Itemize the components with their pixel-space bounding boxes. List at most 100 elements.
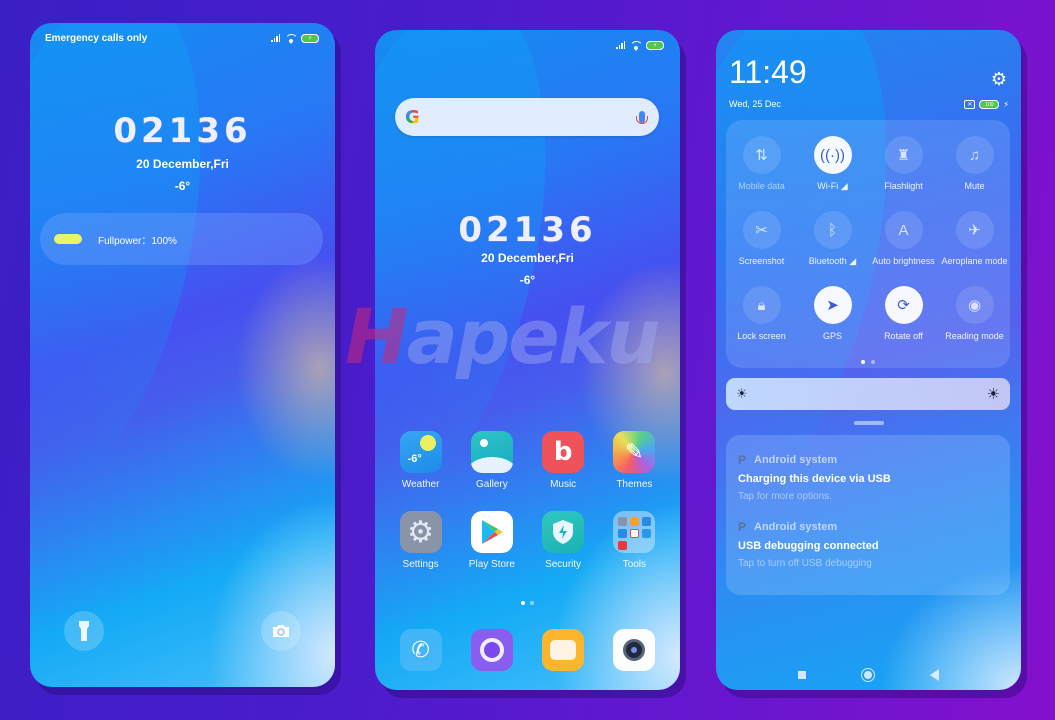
quick-tile-aeroplane-mode[interactable]: ✈ Aeroplane mode — [939, 211, 1010, 267]
brightness-slider[interactable]: ☀ ☀ — [726, 378, 1010, 410]
app-security[interactable]: Security — [528, 511, 599, 570]
camera-button[interactable] — [261, 611, 301, 651]
quick-tile-label: Wi-Fi ◢ — [817, 181, 848, 191]
shade-time: 11:49 — [729, 54, 807, 90]
app-tools-folder[interactable]: Tools — [599, 511, 670, 570]
quick-tile-label: GPS — [822, 331, 842, 341]
mobile-data-icon: ⇅ — [742, 136, 781, 174]
app-themes[interactable]: ✎ Themes — [599, 431, 670, 490]
home-screen-phone: ⚡ G 02136 20 December,Fri -6° -6° Weathe… — [375, 30, 680, 690]
app-settings[interactable]: ⚙ Settings — [385, 511, 456, 570]
android-system-icon: P — [738, 453, 747, 467]
app-grid: -6° Weather Gallery b Music ✎ Themes ⚙ S… — [375, 431, 680, 570]
bluetooth-icon: ᛒ — [813, 211, 852, 249]
brightness-high-icon: ☀ — [986, 386, 1000, 403]
signal-icon — [271, 34, 280, 42]
quick-tile-bluetooth[interactable]: ᛒ Bluetooth ◢ — [797, 211, 868, 267]
quick-tile-lock-screen[interactable]: 🔒︎ Lock screen — [726, 286, 797, 341]
auto-brightness-icon: A — [884, 211, 923, 249]
settings-gear-icon[interactable]: ⚙ — [991, 69, 1007, 90]
home-date: 20 December,Fri — [481, 251, 574, 265]
quick-tile-label: Aeroplane mode — [941, 256, 1008, 266]
wifi-icon — [285, 33, 298, 43]
android-system-icon: P — [738, 520, 747, 534]
power-status-pill: Fullpower：100% — [40, 213, 323, 265]
security-icon — [542, 511, 585, 553]
home-clock: 02136 — [458, 210, 597, 250]
page-dot-active[interactable] — [521, 601, 525, 605]
dock-browser[interactable] — [456, 629, 527, 671]
shade-date: Wed, 25 Dec — [729, 99, 781, 109]
notification-item[interactable]: P Android system USB debugging connected … — [738, 520, 998, 569]
lock-date: 20 December,Fri — [136, 157, 229, 171]
lock-screen-icon: 🔒︎ — [742, 286, 781, 324]
app-gallery[interactable]: Gallery — [456, 431, 527, 490]
dock: ✆ — [375, 629, 680, 671]
rotate-off-icon: ⟳ — [884, 286, 923, 324]
aeroplane-mode-icon: ✈ — [955, 211, 994, 249]
power-level-bar — [54, 234, 82, 244]
play-store-icon — [470, 511, 513, 553]
quick-tile-auto-brightness[interactable]: A Auto brightness — [868, 211, 939, 267]
quick-tile-wifi[interactable]: ((·)) Wi-Fi ◢ — [797, 136, 868, 192]
quick-tile-flashlight[interactable]: ♜ Flashlight — [868, 136, 939, 192]
browser-icon — [470, 629, 513, 671]
wifi-icon: ((·)) — [813, 136, 852, 174]
quick-tile-label: Mobile data — [738, 181, 785, 191]
quick-settings-page-indicator — [726, 360, 1010, 364]
quick-tile-label: Screenshot — [738, 256, 785, 266]
themes-icon: ✎ — [613, 431, 656, 473]
signal-icon — [616, 41, 625, 49]
lock-clock: 02136 — [113, 111, 252, 151]
quick-tile-label: Mute — [964, 181, 985, 191]
gallery-icon — [470, 431, 513, 473]
flashlight-icon — [79, 621, 89, 641]
messages-icon — [542, 629, 585, 671]
quick-tile-mute[interactable]: ♫ Mute — [939, 136, 1010, 192]
page-dot[interactable] — [530, 601, 534, 605]
gps-icon: ➤ — [813, 286, 852, 324]
quick-tile-label: Reading mode — [945, 331, 1004, 341]
status-bar: Emergency calls only ⚡ — [45, 31, 319, 45]
recents-button[interactable] — [798, 671, 806, 679]
microphone-icon[interactable] — [636, 111, 648, 124]
shade-status-icons: ✕ 100 ⚡ — [964, 100, 1009, 109]
quick-tile-label: Auto brightness — [872, 256, 935, 266]
quick-tile-screenshot[interactable]: ✂ Screenshot — [726, 211, 797, 267]
app-play-store[interactable]: Play Store — [456, 511, 527, 570]
quick-tile-label: Rotate off — [884, 331, 923, 341]
shade-drag-handle[interactable] — [854, 421, 884, 425]
wifi-icon — [630, 40, 643, 50]
status-bar: ⚡ — [390, 38, 664, 52]
reading-mode-icon: ◉ — [955, 286, 994, 324]
app-music[interactable]: b Music — [528, 431, 599, 490]
settings-icon: ⚙ — [399, 511, 442, 553]
back-button[interactable] — [930, 669, 939, 681]
quick-tile-label: Bluetooth ◢ — [808, 256, 857, 266]
qs-page-dot-active[interactable] — [861, 360, 865, 364]
notification-card: P Android system Charging this device via… — [726, 435, 1010, 595]
battery-charging-icon: ⚡ — [301, 33, 319, 43]
quick-tile-mobile-data[interactable]: ⇅ Mobile data — [726, 136, 797, 192]
app-weather[interactable]: -6° Weather — [385, 431, 456, 490]
camera-app-icon — [613, 629, 656, 671]
lock-screen-phone: Emergency calls only ⚡ 02136 20 December… — [30, 23, 335, 687]
camera-icon — [273, 625, 289, 637]
battery-icon: 100 — [979, 100, 1000, 109]
dock-phone[interactable]: ✆ — [385, 629, 456, 671]
flashlight-button[interactable] — [64, 611, 104, 651]
quick-tile-reading-mode[interactable]: ◉ Reading mode — [939, 286, 1010, 341]
home-temperature: -6° — [519, 273, 536, 287]
notification-item[interactable]: P Android system Charging this device via… — [738, 453, 998, 502]
home-button[interactable] — [861, 668, 875, 682]
qs-page-dot[interactable] — [871, 360, 875, 364]
charging-bolt-icon: ⚡ — [1003, 100, 1009, 109]
quick-settings-grid: ⇅ Mobile data ((·)) Wi-Fi ◢ ♜ Flashlight ♫ Mute… — [726, 136, 1010, 341]
dock-messages[interactable] — [528, 629, 599, 671]
quick-tile-gps[interactable]: ➤ GPS — [797, 286, 868, 341]
navigation-bar — [716, 668, 1021, 682]
dock-camera[interactable] — [599, 629, 670, 671]
music-icon: b — [542, 431, 585, 473]
quick-tile-rotate-off[interactable]: ⟳ Rotate off — [868, 286, 939, 341]
google-search-bar[interactable]: G — [395, 98, 659, 136]
